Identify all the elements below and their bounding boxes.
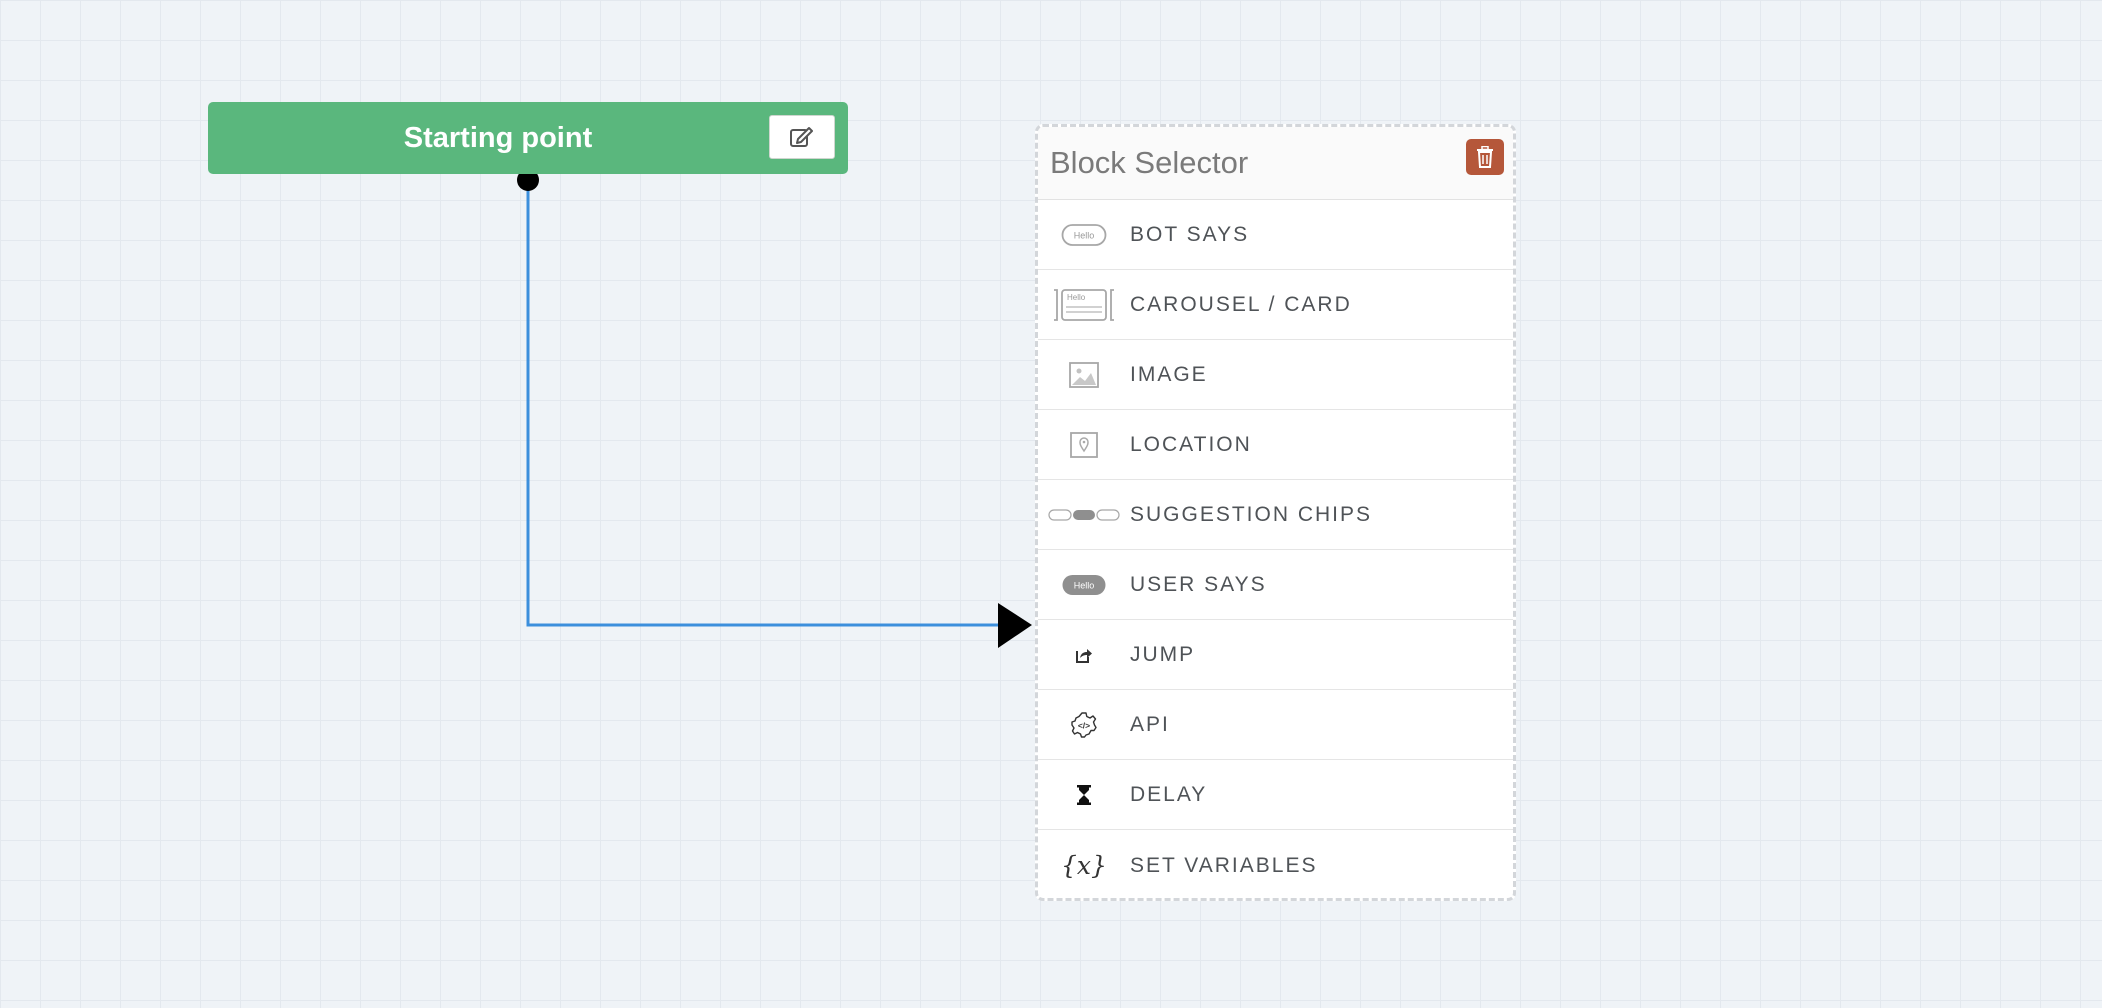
image-icon [1069,361,1099,388]
block-item-suggestion-chips[interactable]: SUGGESTION CHIPS [1038,480,1513,550]
block-item-label: CAROUSEL / CARD [1130,292,1352,316]
variable-braces-icon: {x} [1061,851,1107,880]
edit-button[interactable] [769,115,835,159]
block-item-bot-says[interactable]: Hello BOT SAYS [1038,200,1513,270]
block-item-carousel-card[interactable]: Hello CAROUSEL / CARD [1038,270,1513,340]
block-item-delay[interactable]: DELAY [1038,760,1513,830]
block-item-label: LOCATION [1130,432,1252,456]
block-item-label: IMAGE [1130,362,1208,386]
block-item-user-says[interactable]: Hello USER SAYS [1038,550,1513,620]
starting-point-node[interactable]: Starting point [208,102,848,174]
block-item-label: DELAY [1130,782,1208,806]
block-item-image[interactable]: IMAGE [1038,340,1513,410]
block-item-label: USER SAYS [1130,572,1267,596]
delete-block-button[interactable] [1466,139,1504,175]
connector-arrowhead [998,603,1032,648]
block-item-set-variables[interactable]: {x} SET VARIABLES [1038,830,1513,898]
edit-icon [790,127,813,147]
block-selector-title: Block Selector [1050,145,1249,180]
hourglass-icon [1077,784,1091,805]
block-item-jump[interactable]: JUMP [1038,620,1513,690]
block-item-api[interactable]: </> API [1038,690,1513,760]
svg-text:Hello: Hello [1074,580,1095,590]
block-item-label: SET VARIABLES [1130,853,1318,877]
block-selector-header: Block Selector [1038,127,1513,200]
svg-text:Hello: Hello [1067,293,1086,302]
trash-icon [1477,146,1493,168]
suggestion-chips-icon [1048,508,1120,521]
block-item-label: API [1130,712,1170,736]
user-says-icon: Hello [1062,574,1106,595]
jump-icon [1076,648,1092,663]
block-selector-panel: Block Selector Hello BOT SAYS Hello CARO… [1035,124,1516,901]
svg-text:</>: </> [1078,720,1090,730]
starting-point-title: Starting point [403,121,593,154]
block-item-label: SUGGESTION CHIPS [1130,502,1373,526]
api-gear-icon: </> [1071,711,1097,738]
svg-text:Hello: Hello [1074,230,1095,240]
bot-says-icon: Hello [1061,223,1107,246]
block-item-label: BOT SAYS [1130,222,1250,246]
carousel-card-icon: Hello [1054,288,1114,321]
block-item-label: JUMP [1130,642,1196,666]
location-icon [1070,431,1098,458]
block-item-location[interactable]: LOCATION [1038,410,1513,480]
